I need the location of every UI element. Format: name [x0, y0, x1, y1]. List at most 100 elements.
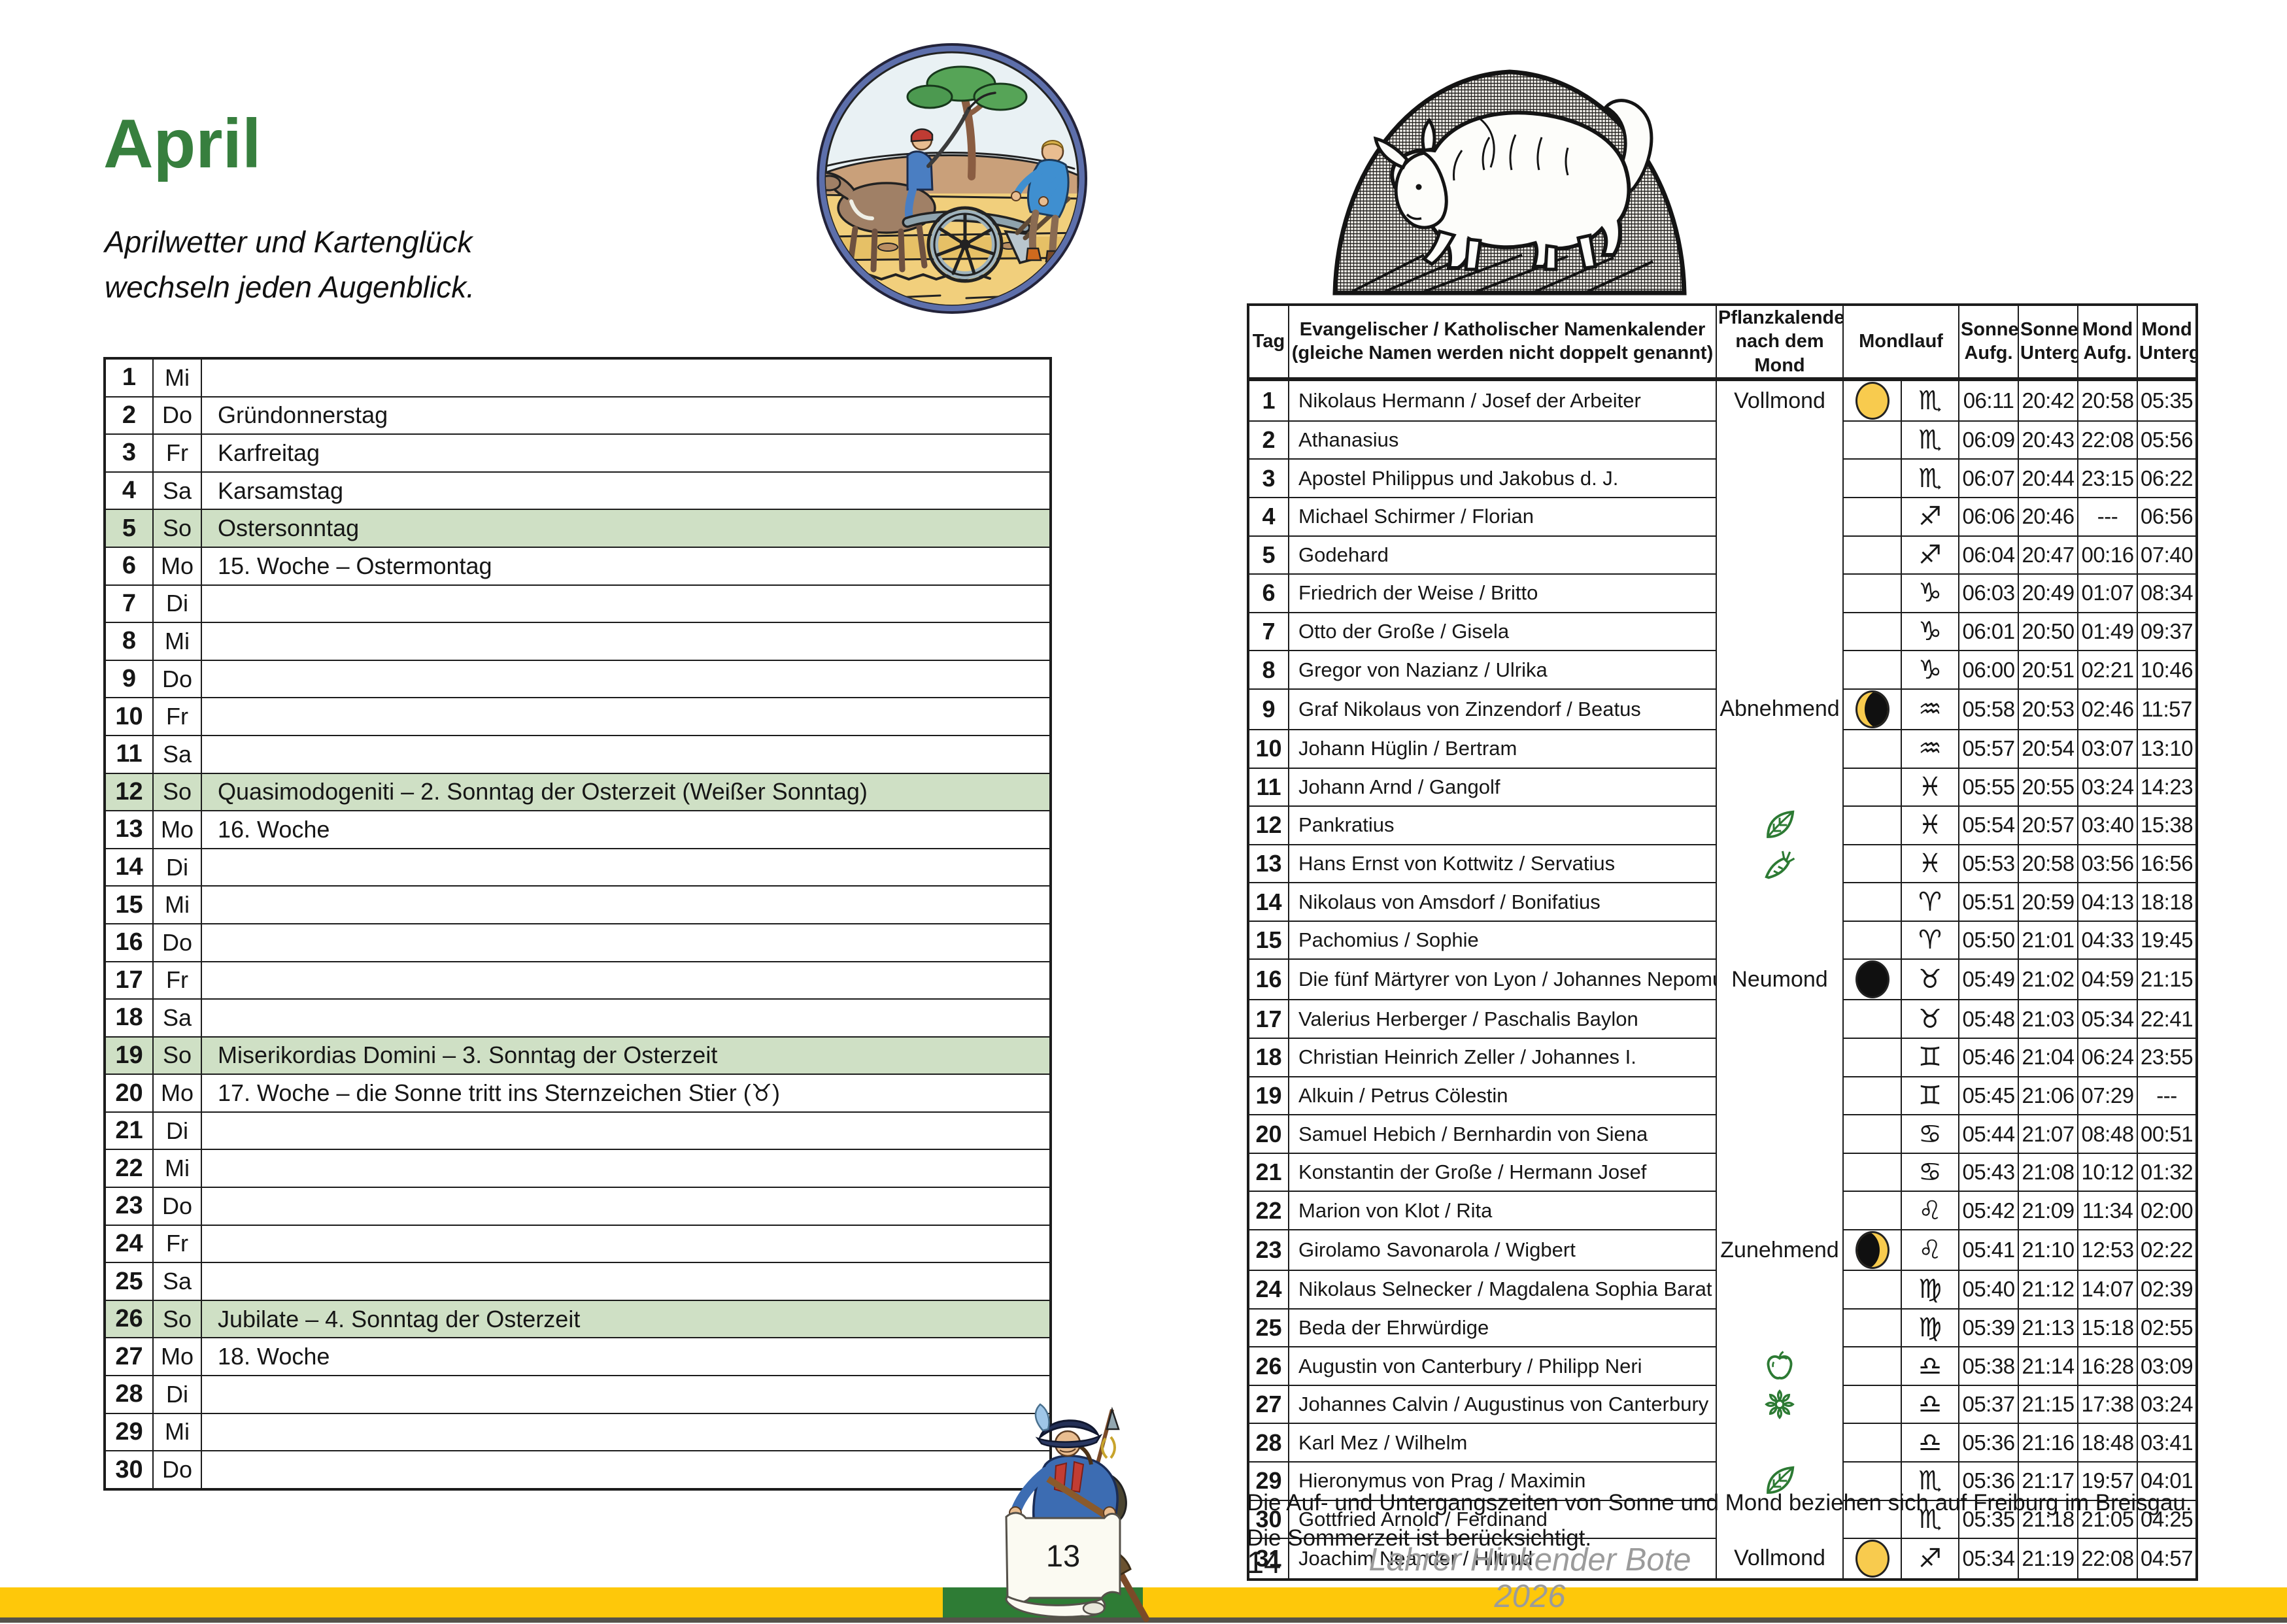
- sun-set-time: 20:53: [2018, 689, 2078, 730]
- zodiac-sign: ♓: [1901, 845, 1959, 883]
- zodiac-sign: ♍: [1901, 1309, 1959, 1347]
- name-day: Johann Arnd / Gangolf: [1289, 768, 1716, 807]
- sun-set-time: 21:02: [2018, 959, 2078, 1000]
- book-title: Lahrer Hinkender Bote 2026: [1334, 1542, 1726, 1615]
- weekday: Mi: [153, 886, 201, 924]
- moon-phase-label: Neumond: [1731, 967, 1827, 992]
- plant-calendar-cell: [1716, 1191, 1843, 1230]
- moon-set-time: 05:35: [2137, 379, 2197, 421]
- zodiac-sign: ♒: [1901, 730, 1959, 768]
- day-number: 11: [105, 736, 153, 773]
- calendar-day-row: 24 Fr: [105, 1225, 1051, 1263]
- moon-phase-cell: [1843, 883, 1901, 921]
- day-entry: Gründonnerstag: [201, 397, 1051, 435]
- moon-rise-time: 14:07: [2078, 1270, 2137, 1309]
- plant-calendar-cell: [1716, 459, 1843, 498]
- moon-rise-time: ---: [2078, 498, 2137, 536]
- sun-set-time: 20:43: [2018, 421, 2078, 460]
- calendar-day-row: 27 Mo 18. Woche: [105, 1338, 1051, 1376]
- waning-moon-icon: [1855, 690, 1889, 728]
- moon-rise-time: 04:13: [2078, 883, 2137, 921]
- moon-phase-cell: [1843, 1077, 1901, 1115]
- moon-rise-time: 08:48: [2078, 1115, 2137, 1153]
- moon-phase-cell: [1843, 1191, 1901, 1230]
- calendar-day-row: 29 Mi: [105, 1413, 1051, 1451]
- calendar-day-row: 10 Fr: [105, 698, 1051, 736]
- name-day: Michael Schirmer / Florian: [1289, 498, 1716, 536]
- weekday: Do: [153, 924, 201, 962]
- weekday: Di: [153, 1376, 201, 1413]
- moon-rise-time: 22:08: [2078, 421, 2137, 460]
- day-entry: [201, 622, 1051, 660]
- sun-rise-time: 05:37: [1959, 1385, 2018, 1424]
- saints-day-row: 11 Johann Arnd / Gangolf ♓ 05:55 20:55 0…: [1248, 768, 2197, 807]
- zodiac-sign: ♋: [1901, 1153, 1959, 1192]
- day-entry: [201, 1149, 1051, 1187]
- plant-calendar-cell: [1716, 1000, 1843, 1038]
- sun-rise-time: 05:50: [1959, 921, 2018, 960]
- day-number: 16: [105, 924, 153, 962]
- name-day: Athanasius: [1289, 421, 1716, 460]
- weekday: Fr: [153, 962, 201, 1000]
- moon-set-time: 02:00: [2137, 1191, 2197, 1230]
- weekday: Mi: [153, 358, 201, 397]
- zodiac-sign: ♉: [1901, 959, 1959, 1000]
- day-number: 5: [105, 509, 153, 547]
- day-number: 28: [1248, 1423, 1289, 1462]
- plant-calendar-cell: [1716, 1038, 1843, 1077]
- day-number: 17: [105, 962, 153, 1000]
- day-number: 19: [105, 1037, 153, 1075]
- waxing-moon-icon: [1855, 1231, 1889, 1269]
- day-number: 25: [105, 1262, 153, 1300]
- day-entry: Karfreitag: [201, 434, 1051, 472]
- sun-set-time: 20:50: [2018, 613, 2078, 651]
- name-day: Valerius Herberger / Paschalis Baylon: [1289, 1000, 1716, 1038]
- day-number: 10: [1248, 730, 1289, 768]
- name-day: Nikolaus Hermann / Josef der Arbeiter: [1289, 379, 1716, 421]
- day-entry: 18. Woche: [201, 1338, 1051, 1376]
- moon-phase-cell: [1843, 1347, 1901, 1385]
- weekday: So: [153, 773, 201, 811]
- saints-day-row: 18 Christian Heinrich Zeller / Johannes …: [1248, 1038, 2197, 1077]
- sun-set-time: 21:03: [2018, 1000, 2078, 1038]
- calendar-day-row: 14 Di: [105, 849, 1051, 887]
- moon-phase-cell: [1843, 1423, 1901, 1462]
- calendar-day-row: 12 So Quasimodogeniti – 2. Sonntag der O…: [105, 773, 1051, 811]
- name-day: Apostel Philippus und Jakobus d. J.: [1289, 459, 1716, 498]
- moon-phase-cell: [1843, 379, 1901, 421]
- moon-set-time: 05:56: [2137, 421, 2197, 460]
- zodiac-sign: ♎: [1901, 1347, 1959, 1385]
- header-moon-course: Mondlauf: [1843, 305, 1959, 379]
- day-number: 17: [1248, 1000, 1289, 1038]
- moon-phase-cell: [1843, 574, 1901, 613]
- day-number: 16: [1248, 959, 1289, 1000]
- flower-icon: [1762, 1391, 1797, 1415]
- calendar-day-row: 11 Sa: [105, 736, 1051, 773]
- saints-day-row: 7 Otto der Große / Gisela ♑ 06:01 20:50 …: [1248, 613, 2197, 651]
- sun-set-time: 21:14: [2018, 1347, 2078, 1385]
- saints-day-row: 27 Johannes Calvin / Augustinus von Cant…: [1248, 1385, 2197, 1424]
- plant-calendar-cell: [1716, 536, 1843, 575]
- moon-rise-time: 16:28: [2078, 1347, 2137, 1385]
- sun-set-time: 20:59: [2018, 883, 2078, 921]
- saints-day-row: 2 Athanasius ♏ 06:09 20:43 22:08 05:56: [1248, 421, 2197, 460]
- sun-rise-time: 05:42: [1959, 1191, 2018, 1230]
- day-number: 8: [1248, 651, 1289, 689]
- sun-set-time: 21:06: [2018, 1077, 2078, 1115]
- weekday: So: [153, 1300, 201, 1338]
- sun-rise-time: 05:43: [1959, 1153, 2018, 1192]
- day-entry: Quasimodogeniti – 2. Sonntag der Osterze…: [201, 773, 1051, 811]
- sun-set-time: 21:16: [2018, 1423, 2078, 1462]
- calendar-day-row: 4 Sa Karsamstag: [105, 472, 1051, 510]
- zodiac-sign: ♌: [1901, 1230, 1959, 1270]
- leaf-icon: [1762, 811, 1797, 836]
- saints-day-row: 25 Beda der Ehrwürdige ♍ 05:39 21:13 15:…: [1248, 1309, 2197, 1347]
- zodiac-sign: ♎: [1901, 1423, 1959, 1462]
- sun-set-time: 20:44: [2018, 459, 2078, 498]
- moon-rise-time: 23:15: [2078, 459, 2137, 498]
- weekday: Do: [153, 1451, 201, 1489]
- zodiac-sign: ♐: [1901, 498, 1959, 536]
- calendar-day-row: 3 Fr Karfreitag: [105, 434, 1051, 472]
- day-number: 2: [1248, 421, 1289, 460]
- name-day: Johann Hüglin / Bertram: [1289, 730, 1716, 768]
